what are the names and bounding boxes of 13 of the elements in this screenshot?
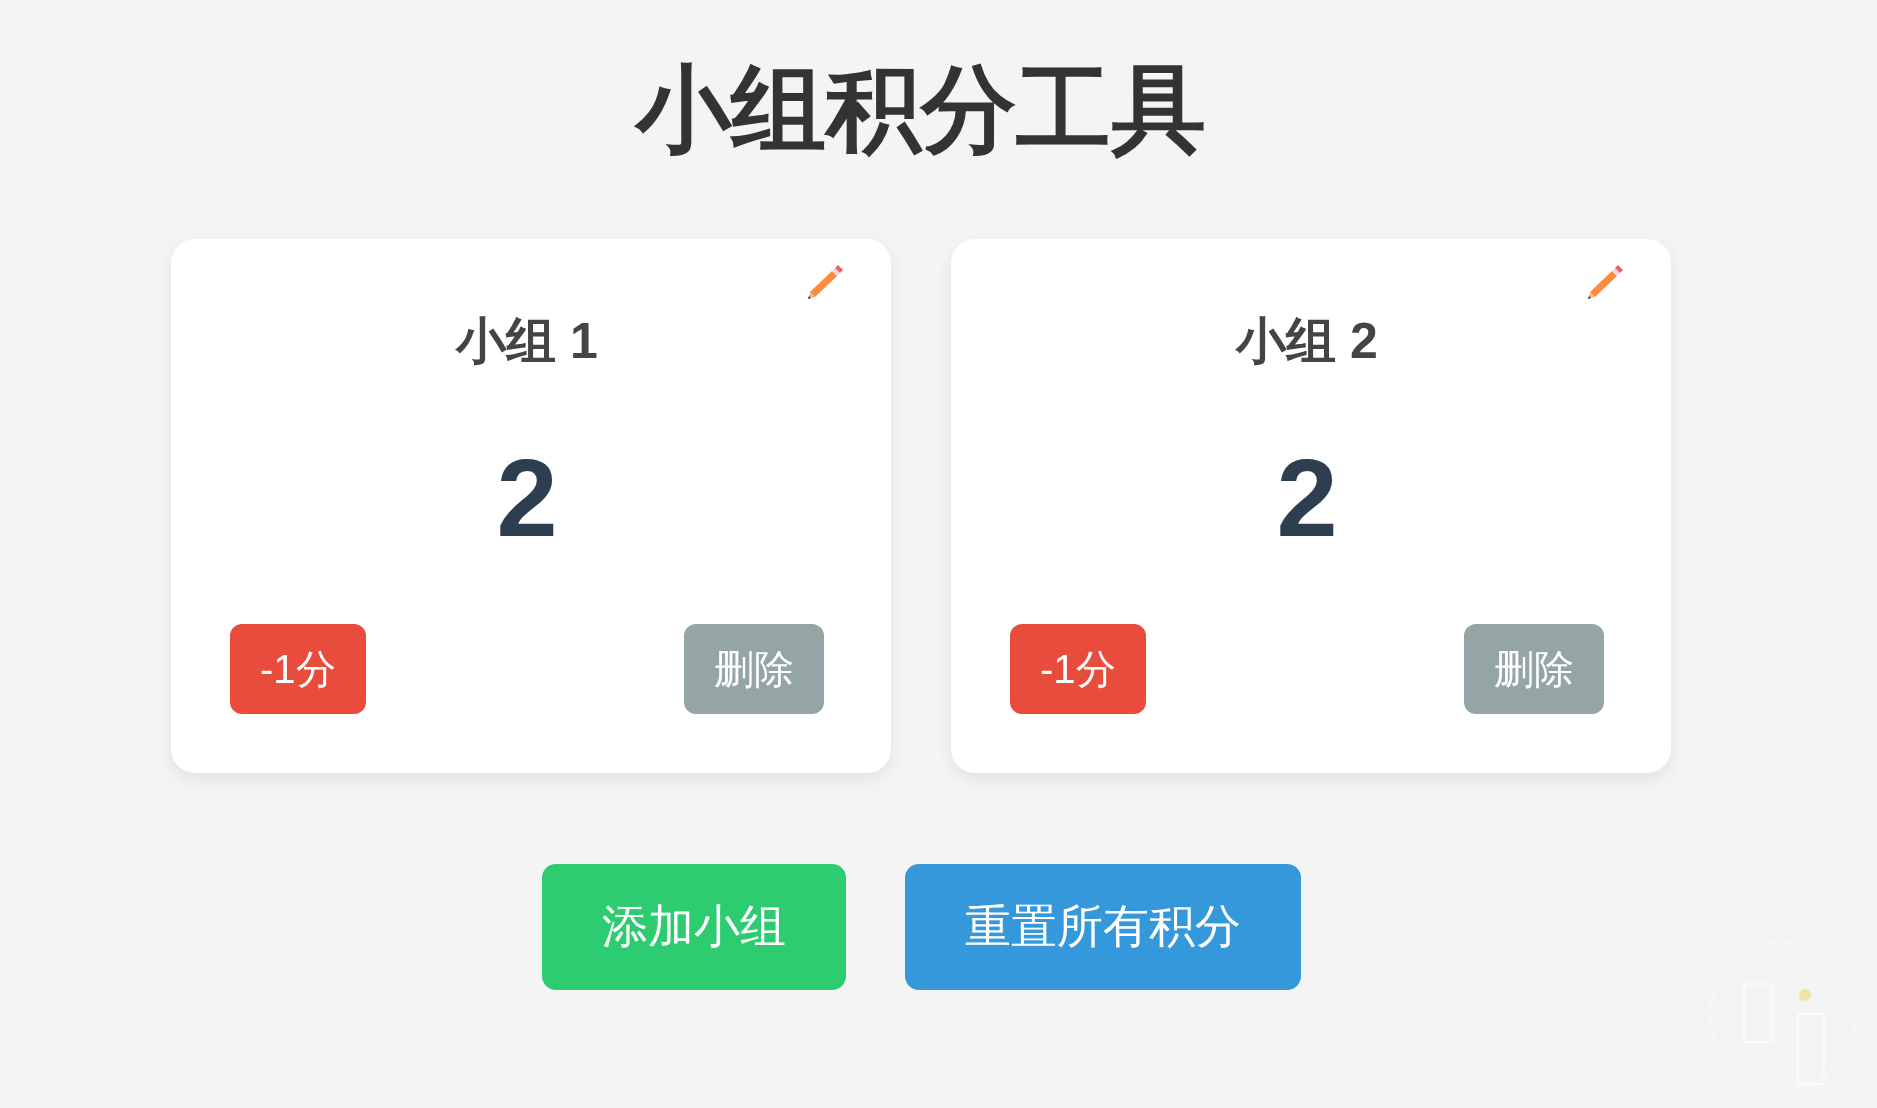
pencil-icon[interactable] [1587, 265, 1624, 300]
pencil-icon[interactable] [807, 265, 844, 300]
delete-button[interactable]: 删除 [1464, 624, 1604, 714]
minus-point-button[interactable]: -1分 [230, 624, 366, 714]
group-name: 小组 1 [456, 312, 598, 371]
add-group-button[interactable]: 添加小组 [541, 864, 846, 990]
group-score: 2 [1276, 443, 1338, 553]
group-score: 2 [496, 443, 558, 553]
reset-scores-button[interactable]: 重置所有积分 [904, 864, 1301, 990]
delete-button[interactable]: 删除 [684, 624, 824, 714]
page-title: 小组积分工具 [636, 55, 1206, 164]
minus-point-button[interactable]: -1分 [1010, 624, 1146, 714]
group-name: 小组 2 [1236, 312, 1378, 371]
